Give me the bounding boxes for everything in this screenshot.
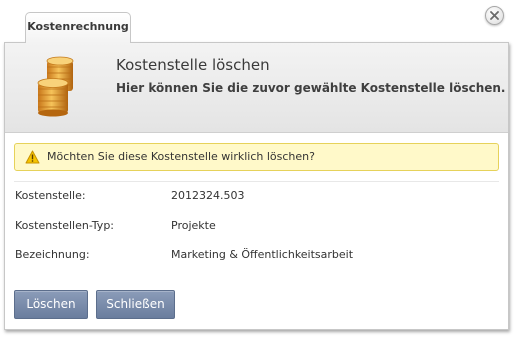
field-value-kostenstellen-typ: Projekte [171, 219, 216, 232]
dialog-window: Kostenrechnung Kostenstelle löschen Hier… [0, 0, 514, 343]
field-label-kostenstelle: Kostenstelle: [15, 189, 86, 202]
warning-box: Möchten Sie diese Kostenstelle wirklich … [14, 143, 499, 171]
dialog-title: Kostenstelle löschen [116, 56, 270, 74]
close-button[interactable] [485, 6, 504, 25]
warning-icon [25, 150, 40, 164]
close-dialog-button[interactable]: Schließen [96, 290, 175, 319]
divider [14, 181, 499, 182]
dialog-panel: Kostenstelle löschen Hier können Sie die… [4, 42, 509, 330]
dialog-header: Kostenstelle löschen Hier können Sie die… [5, 43, 508, 133]
coin-stack-icon [37, 56, 74, 117]
field-label-bezeichnung: Bezeichnung: [15, 248, 90, 261]
close-icon [490, 11, 499, 20]
warning-text: Möchten Sie diese Kostenstelle wirklich … [47, 150, 315, 163]
tab-kostenrechnung[interactable]: Kostenrechnung [25, 12, 131, 43]
field-value-bezeichnung: Marketing & Öffentlichkeitsarbeit [171, 248, 354, 261]
dialog-subtitle: Hier können Sie die zuvor gewählte Koste… [116, 81, 506, 95]
field-label-kostenstellen-typ: Kostenstellen-Typ: [15, 219, 115, 232]
delete-button[interactable]: Löschen [14, 290, 88, 319]
field-value-kostenstelle: 2012324.503 [171, 189, 245, 202]
